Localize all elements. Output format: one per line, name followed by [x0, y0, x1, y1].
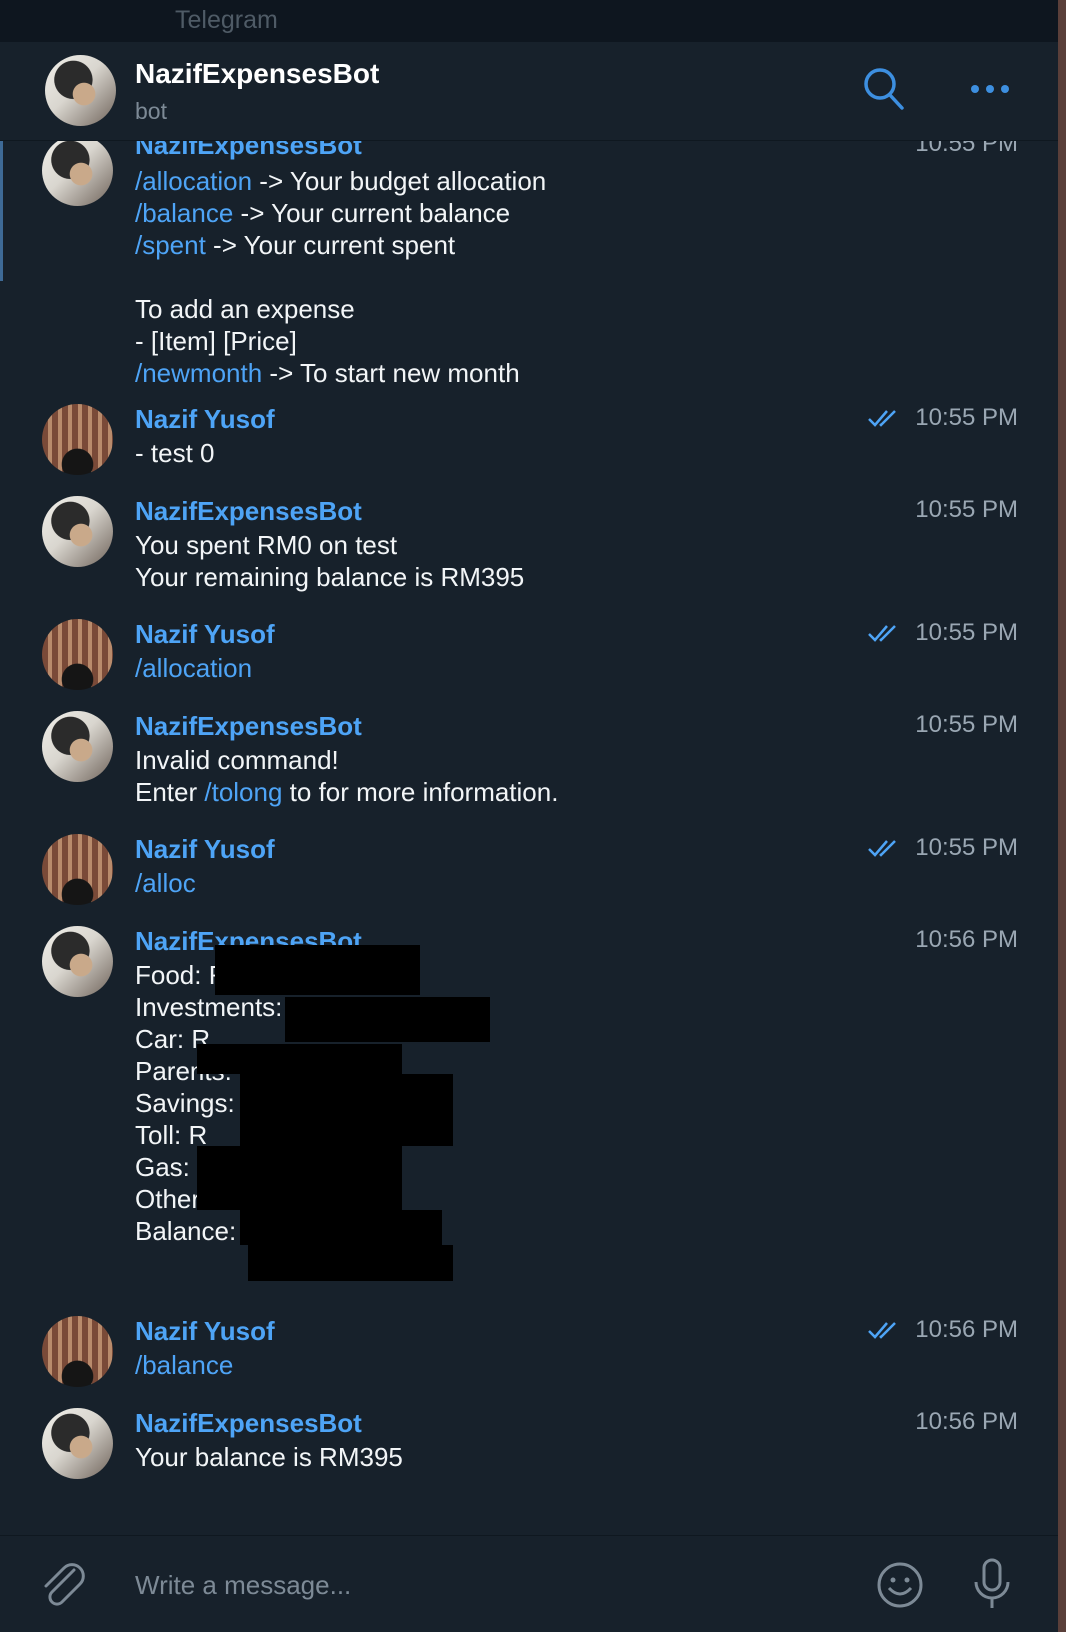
user-avatar[interactable]	[42, 619, 113, 690]
read-check-icon	[868, 840, 896, 857]
message-line: You spent RM0 on test	[135, 530, 398, 560]
message-sender[interactable]: Nazif Yusof	[135, 834, 275, 865]
redaction-block	[197, 1146, 402, 1210]
redaction-block	[248, 1245, 453, 1281]
chat-title[interactable]: NazifExpensesBot	[135, 58, 379, 90]
command-link[interactable]: /newmonth	[135, 358, 262, 388]
message-line: Food: R	[135, 960, 228, 990]
message-text: - test 0	[135, 438, 215, 468]
message-sender[interactable]: Nazif Yusof	[135, 404, 275, 435]
redaction-block	[240, 1210, 442, 1245]
user-avatar[interactable]	[42, 1316, 113, 1387]
message-time: 10:55 PM	[915, 404, 1018, 431]
message-time: 10:56 PM	[915, 926, 1018, 953]
message-line: Enter /tolong to for more information.	[135, 776, 558, 808]
message-line: Gas:	[135, 1152, 198, 1182]
bot-avatar[interactable]	[42, 711, 113, 782]
message-line: Investments:	[135, 992, 290, 1022]
command-link[interactable]: /allocation	[135, 166, 252, 196]
chat-header: NazifExpensesBot bot	[0, 42, 1058, 141]
message-sender[interactable]: NazifExpensesBot	[135, 496, 362, 527]
message-line: -> Your current balance	[233, 198, 511, 228]
bot-avatar[interactable]	[42, 496, 113, 567]
message-sender[interactable]: NazifExpensesBot	[135, 141, 362, 161]
user-avatar[interactable]	[42, 404, 113, 475]
more-icon[interactable]	[970, 82, 1010, 100]
command-link[interactable]: /spent	[135, 230, 206, 260]
emoji-icon[interactable]	[876, 1561, 924, 1614]
message-composer: Write a message...	[0, 1535, 1058, 1632]
message-input[interactable]: Write a message...	[135, 1570, 351, 1601]
message-list[interactable]: NazifExpensesBot 10:55 PM /allocation ->…	[0, 141, 1058, 1535]
microphone-icon[interactable]	[972, 1558, 1012, 1617]
unread-indicator	[0, 141, 3, 281]
paperclip-icon[interactable]	[40, 1560, 86, 1615]
search-icon[interactable]	[862, 66, 906, 117]
message-sender[interactable]: NazifExpensesBot	[135, 711, 362, 742]
user-avatar[interactable]	[42, 834, 113, 905]
bot-avatar[interactable]	[42, 1408, 113, 1479]
bot-avatar[interactable]	[42, 141, 113, 206]
message-time: 10:55 PM	[915, 496, 1018, 523]
read-check-icon	[868, 1322, 896, 1339]
command-link[interactable]: /balance	[135, 1349, 233, 1381]
message-time: 10:56 PM	[915, 1316, 1018, 1343]
message-text: /allocation -> Your budget allocation /b…	[135, 165, 546, 389]
bot-avatar[interactable]	[42, 926, 113, 997]
command-link[interactable]: /balance	[135, 198, 233, 228]
message-sender[interactable]: Nazif Yusof	[135, 619, 275, 650]
read-check-icon	[868, 625, 896, 642]
message-time: 10:55 PM	[915, 619, 1018, 646]
read-check-icon	[868, 410, 896, 427]
redaction-block	[285, 997, 490, 1042]
redaction-block	[240, 1074, 453, 1146]
command-link[interactable]: /alloc	[135, 867, 196, 899]
message-fragment: to for more information.	[282, 777, 559, 807]
redaction-block	[197, 1044, 402, 1074]
message-text: Your balance is RM395	[135, 1442, 403, 1472]
command-link[interactable]: /tolong	[204, 777, 282, 807]
title-bar: Telegram	[0, 0, 1058, 42]
message-line: - [Item] [Price]	[135, 326, 297, 356]
message-line: Your remaining balance is RM395	[135, 562, 525, 592]
message-fragment: Enter	[135, 777, 205, 807]
message-time: 10:56 PM	[915, 1408, 1018, 1435]
message-time: 10:55 PM	[915, 141, 1018, 157]
message-time: 10:55 PM	[915, 711, 1018, 738]
telegram-window: Telegram NazifExpensesBot bot NazifExpen…	[0, 0, 1058, 1632]
bot-avatar[interactable]	[45, 55, 116, 126]
window-title: Telegram	[175, 6, 278, 34]
message-time: 10:55 PM	[915, 834, 1018, 861]
message-line: -> Your current spent	[205, 230, 456, 260]
message-sender[interactable]: NazifExpensesBot	[135, 1408, 362, 1439]
message-sender[interactable]: Nazif Yusof	[135, 1316, 275, 1347]
message-line: Invalid command!	[135, 745, 339, 775]
message-line: To add an expense	[135, 294, 355, 324]
message-line: -> Your budget allocation	[252, 166, 547, 196]
message-line: -> To start new month	[262, 358, 520, 388]
chat-subtitle: bot	[135, 98, 167, 124]
redaction-block	[215, 945, 420, 995]
command-link[interactable]: /allocation	[135, 652, 252, 684]
